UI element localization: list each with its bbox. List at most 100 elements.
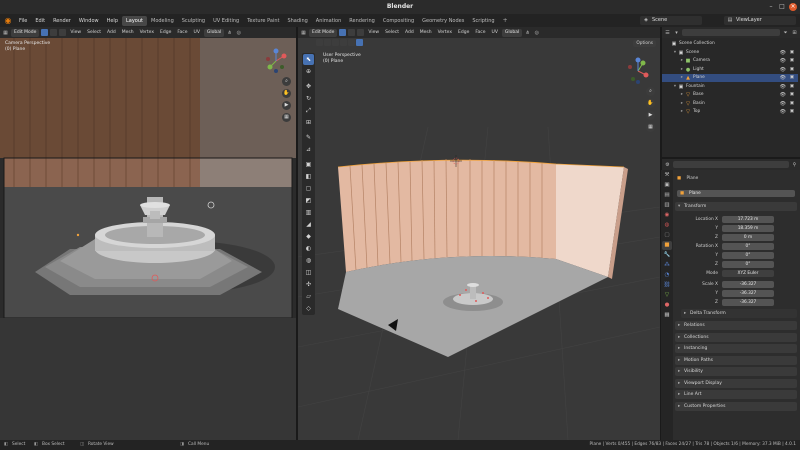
visibility-eye-icon[interactable]: 👁 <box>780 91 786 99</box>
rotation-mode-dropdown[interactable]: XYZ Euler <box>722 270 774 277</box>
extrude-tool-icon[interactable]: ◧ <box>303 171 314 182</box>
shading-solid[interactable] <box>340 39 347 46</box>
rotation-x-field[interactable]: 0° <box>722 243 774 250</box>
properties-editor-icon[interactable]: ⚙ <box>664 162 671 168</box>
outliner-editor-icon[interactable]: ☰ <box>664 30 671 36</box>
right-menu-edge[interactable]: Edge <box>456 30 471 35</box>
scale-z-field[interactable]: -36.327 <box>722 299 774 306</box>
right-ortho-toggle-icon[interactable]: ▦ <box>646 123 655 132</box>
rip-region-tool-icon[interactable]: ◇ <box>303 303 314 314</box>
spin-tool-icon[interactable]: ◐ <box>303 243 314 254</box>
tab-texture-paint[interactable]: Texture Paint <box>243 16 283 26</box>
visibility-eye-icon[interactable]: 👁 <box>780 66 786 74</box>
data-tab-icon[interactable]: ▽ <box>662 291 672 300</box>
tab-compositing[interactable]: Compositing <box>379 16 418 26</box>
left-zoom-icon[interactable]: ⌕ <box>282 77 291 86</box>
shading-material[interactable] <box>348 39 355 46</box>
menu-edit[interactable]: Edit <box>31 18 49 24</box>
left-camera-view-icon[interactable]: ▶ <box>282 101 291 110</box>
particles-tab-icon[interactable]: ⁂ <box>662 261 672 270</box>
section-line-art[interactable]: ▸ Line Art <box>675 390 797 399</box>
editor-type-icon-right[interactable]: ▦ <box>300 30 307 36</box>
left-menu-vertex[interactable]: Vertex <box>138 30 156 35</box>
right-3d-viewport[interactable]: ▦ Edit Mode View Select Add Mesh Vertex … <box>298 27 660 440</box>
section-custom-properties[interactable]: ▸ Custom Properties <box>675 401 797 411</box>
minimize-button[interactable]: – <box>767 3 775 11</box>
edge-slide-tool-icon[interactable]: ◫ <box>303 267 314 278</box>
left-ortho-toggle-icon[interactable]: ▦ <box>282 113 291 122</box>
render-camera-icon[interactable]: ▣ <box>790 49 794 57</box>
outliner-item-camera[interactable]: ▸ ■ Camera 👁 ▣ <box>662 57 798 65</box>
editor-type-icon[interactable]: ▦ <box>2 30 9 36</box>
edge-select-toggle-right[interactable] <box>348 29 356 36</box>
right-camera-view-icon[interactable]: ▶ <box>646 111 655 120</box>
rotation-y-field[interactable]: 0° <box>722 252 774 259</box>
vertex-select-toggle[interactable] <box>41 29 49 36</box>
location-y-field[interactable]: 18.359 m <box>722 225 774 232</box>
menu-help[interactable]: Help <box>103 18 122 24</box>
tab-animation[interactable]: Animation <box>312 16 346 26</box>
render-camera-icon[interactable]: ▣ <box>790 66 794 74</box>
left-navigation-gizmo[interactable] <box>262 47 290 75</box>
right-menu-vertex[interactable]: Vertex <box>436 30 454 35</box>
visibility-eye-icon[interactable]: 👁 <box>780 57 786 65</box>
vertex-select-toggle-right[interactable] <box>339 29 347 36</box>
output-tab-icon[interactable]: ▤ <box>662 191 672 200</box>
left-menu-mesh[interactable]: Mesh <box>120 30 136 35</box>
right-menu-view[interactable]: View <box>366 30 381 35</box>
collection-tab-icon[interactable]: ▢ <box>662 231 672 240</box>
right-mode-dropdown[interactable]: Edit Mode <box>309 28 338 37</box>
tab-uv-editing[interactable]: UV Editing <box>209 16 243 26</box>
visibility-eye-icon[interactable]: 👁 <box>780 74 786 82</box>
right-menu-select[interactable]: Select <box>383 30 401 35</box>
measure-tool-icon[interactable]: ⊿ <box>303 144 314 155</box>
location-x-field[interactable]: 17.723 m <box>722 216 774 223</box>
right-menu-mesh[interactable]: Mesh <box>418 30 434 35</box>
cursor-tool-icon[interactable]: ⊕ <box>303 66 314 77</box>
physics-tab-icon[interactable]: ◔ <box>662 271 672 280</box>
section-visibility[interactable]: ▸ Visibility <box>675 367 797 376</box>
shading-wire[interactable] <box>332 39 339 46</box>
annotate-tool-icon[interactable]: ✎ <box>303 132 314 143</box>
scene-tab-icon[interactable]: ◉ <box>662 211 672 220</box>
constraints-tab-icon[interactable]: ⛓ <box>662 281 672 290</box>
left-menu-view[interactable]: View <box>68 30 83 35</box>
move-tool-icon[interactable]: ✥ <box>303 81 314 92</box>
rotate-tool-icon[interactable]: ↻ <box>303 93 314 104</box>
rotation-z-field[interactable]: 0° <box>722 261 774 268</box>
loop-cut-tool-icon[interactable]: ▥ <box>303 207 314 218</box>
tab-layout[interactable]: Layout <box>122 15 147 26</box>
right-pan-hand-icon[interactable]: ✋ <box>646 99 655 108</box>
pin-icon[interactable]: ⚲ <box>791 162 798 168</box>
poly-build-tool-icon[interactable]: ◆ <box>303 231 314 242</box>
left-pan-hand-icon[interactable]: ✋ <box>282 89 291 98</box>
render-tab-icon[interactable]: ▣ <box>662 181 672 190</box>
view-layer-tab-icon[interactable]: ▥ <box>662 201 672 210</box>
outliner-search-field[interactable] <box>682 29 780 36</box>
left-menu-edge[interactable]: Edge <box>158 30 173 35</box>
tab-rendering[interactable]: Rendering <box>345 16 379 26</box>
left-menu-select[interactable]: Select <box>85 30 103 35</box>
texture-tab-icon[interactable]: ▦ <box>662 311 672 320</box>
render-camera-icon[interactable]: ▣ <box>790 74 794 82</box>
left-menu-face[interactable]: Face <box>175 30 189 35</box>
view-layer-selector[interactable]: ▤ ViewLayer <box>724 16 796 25</box>
shading-rendered[interactable] <box>356 39 363 46</box>
section-instancing[interactable]: ▸ Instancing <box>675 344 797 353</box>
snap-icon[interactable]: ⋔ <box>226 30 233 36</box>
right-orientation-dropdown[interactable]: Global <box>501 28 523 37</box>
visibility-eye-icon[interactable]: 👁 <box>780 100 786 108</box>
options-dropdown[interactable]: Options <box>633 40 656 47</box>
modifier-tab-icon[interactable]: 🔧 <box>662 251 672 260</box>
outliner-item-plane[interactable]: ▸ ▲ Plane 👁 ▣ <box>662 74 798 82</box>
proportional-edit-icon-right[interactable]: ◎ <box>533 30 540 36</box>
knife-tool-icon[interactable]: ◢ <box>303 219 314 230</box>
left-menu-uv[interactable]: UV <box>192 30 202 35</box>
menu-window[interactable]: Window <box>75 18 103 24</box>
outliner-item-basin[interactable]: ▸ ▽ Basin 👁 ▣ <box>662 100 798 108</box>
filter-icon[interactable]: ⏷ <box>782 30 789 36</box>
outliner-display-mode-icon[interactable]: ▾ <box>673 30 680 36</box>
section-viewport-display[interactable]: ▸ Viewport Display <box>675 378 797 388</box>
add-cube-tool-icon[interactable]: ▣ <box>303 159 314 170</box>
edge-select-toggle[interactable] <box>50 29 58 36</box>
